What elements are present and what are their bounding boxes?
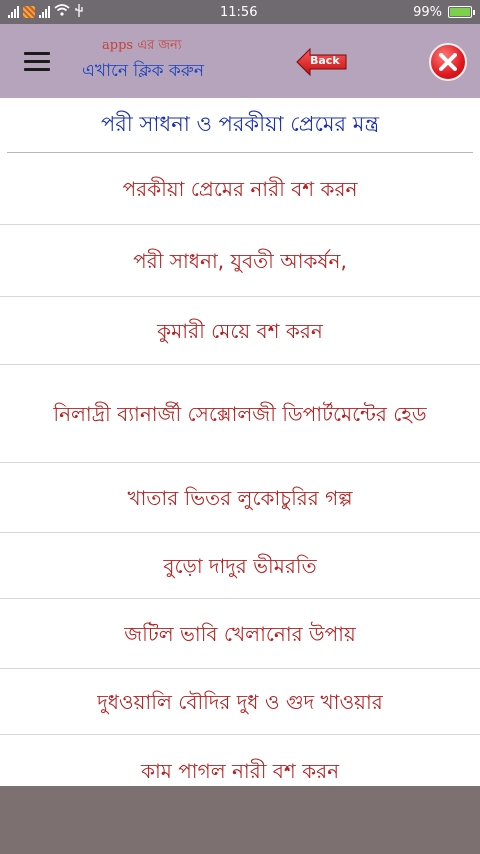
- list-item[interactable]: কুমারী মেয়ে বশ করন: [0, 297, 480, 365]
- back-label: Back: [310, 54, 340, 67]
- list-item[interactable]: জটিল ভাবি খেলানোর উপায়: [0, 599, 480, 669]
- footer-bar: [0, 786, 480, 854]
- status-icons-right: 99%: [413, 4, 475, 20]
- battery-percent: 99%: [413, 4, 442, 20]
- list-item[interactable]: পরী সাধনা, যুবতী আকর্ষন,: [0, 225, 480, 297]
- list-item[interactable]: কাম পাগল নারী বশ করন: [0, 735, 480, 786]
- status-time: 11:56: [220, 4, 258, 20]
- close-icon: [439, 53, 457, 71]
- signal-icon-2: [39, 6, 50, 18]
- list-item[interactable]: দুধওয়ালি বৌদির দুধ ও গুদ খাওয়ার: [0, 669, 480, 735]
- list-item[interactable]: খাতার ভিতর লুকোচুরির গল্প: [0, 463, 480, 533]
- promo-top-text: apps এর জন্য: [102, 38, 182, 53]
- list-header: পরী সাধনা ও পরকীয়া প্রেমের মন্ত্র: [7, 98, 473, 153]
- status-icons-left: [8, 3, 84, 21]
- battery-icon: [448, 6, 475, 18]
- content-list[interactable]: পরী সাধনা ও পরকীয়া প্রেমের মন্ত্র পরকীয…: [0, 98, 480, 786]
- back-button[interactable]: Back: [296, 47, 348, 77]
- menu-button[interactable]: [24, 52, 50, 72]
- promo-link[interactable]: apps এর জন্য এখানে ক্লিক করুন: [82, 36, 232, 88]
- promo-bottom-text: এখানে ক্লিক করুন: [82, 61, 204, 81]
- close-button[interactable]: [429, 43, 467, 81]
- usb-icon: [74, 3, 84, 21]
- status-bar: 11:56 99%: [0, 0, 480, 24]
- battery-fill: [450, 8, 470, 16]
- signal-icon: [8, 6, 19, 18]
- app-bar: apps এর জন্য এখানে ক্লিক করুন Back: [0, 24, 480, 98]
- sim-icon: [23, 6, 35, 18]
- list-item[interactable]: বুড়ো দাদুর ভীমরতি: [0, 533, 480, 599]
- wifi-icon: [54, 4, 70, 20]
- list-item[interactable]: পরকীয়া প্রেমের নারী বশ করন: [0, 153, 480, 225]
- list-item[interactable]: নিলাদ্রী ব্যানার্জী সেক্সোলজী ডিপার্টমেন…: [0, 365, 480, 463]
